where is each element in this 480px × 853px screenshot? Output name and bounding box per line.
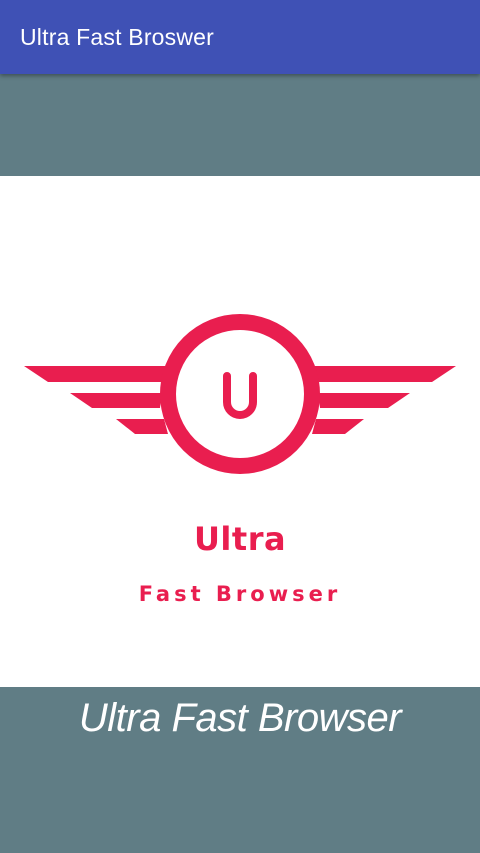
logo-tagline: Fast Browser [138, 582, 342, 606]
logo-wordmark: Ultra [193, 520, 287, 558]
left-wing-top [24, 366, 170, 382]
content-area: Ultra Fast Browser Ultra Fast Browser [0, 74, 480, 853]
logo-panel: Ultra Fast Browser [0, 176, 480, 687]
caption-text: Ultra Fast Browser [78, 696, 402, 740]
right-wing-top [310, 366, 456, 382]
app-screen: Ultra Fast Broswer Ultra Fast Browser Ul… [0, 0, 480, 853]
logo-ring [160, 314, 320, 474]
left-wing-middle [70, 393, 162, 408]
right-wing-bottom [312, 419, 364, 434]
right-wing-middle [318, 393, 410, 408]
left-wing-bottom [116, 419, 168, 434]
winged-circle-logo-icon [24, 314, 456, 474]
app-bar: Ultra Fast Broswer [0, 0, 480, 74]
app-title: Ultra Fast Broswer [20, 24, 215, 50]
